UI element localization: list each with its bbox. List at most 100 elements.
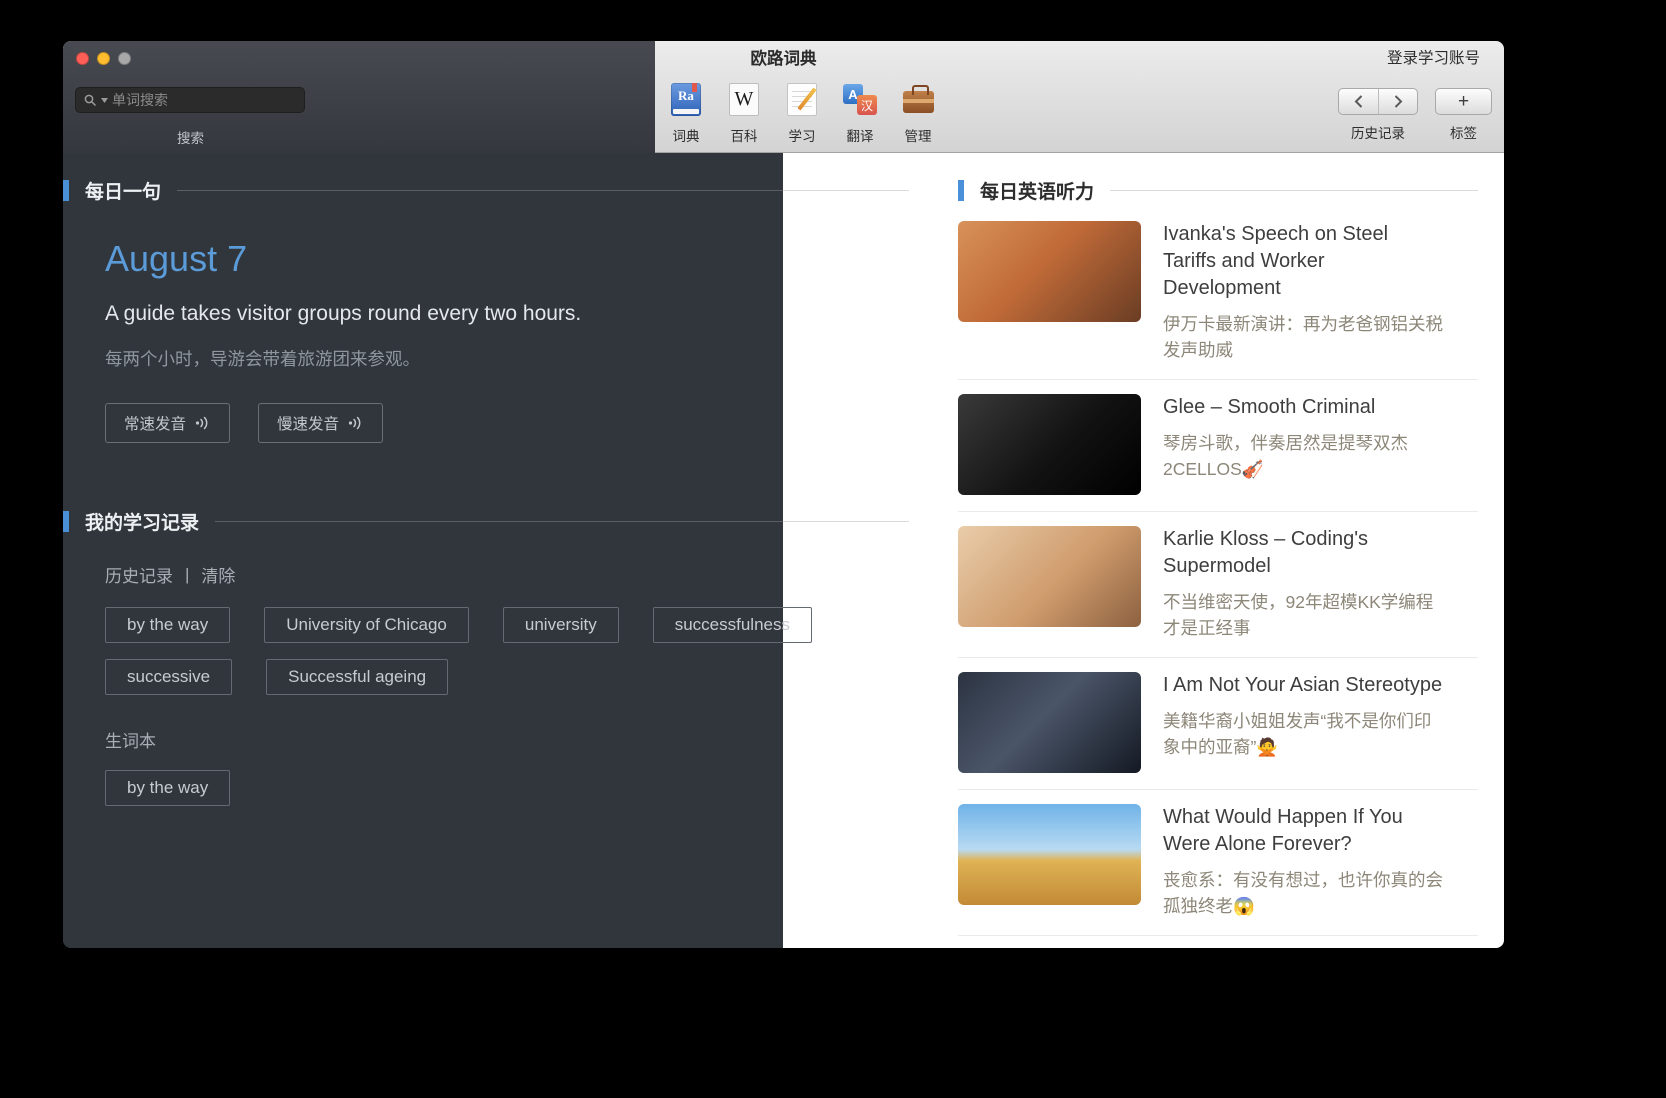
listening-thumbnail [958,672,1141,773]
zoom-button[interactable] [118,52,131,65]
history-tags-row-2: successive Successful ageing [105,659,909,695]
briefcase-icon [900,81,936,117]
left-pane: 每日一句 August 7 A guide takes visitor grou… [63,153,909,806]
listening-title-heading: 每日英语听力 [980,177,1094,204]
back-button[interactable] [1339,89,1378,114]
listening-thumbnail [958,804,1141,905]
history-row: 历史记录 | 清除 [105,562,909,587]
search-pane-header: 搜索 [63,41,655,153]
tabs-label: 标签 [1435,122,1492,142]
speaker-waves-icon [348,415,364,431]
listening-list: Ivanka's Speech on Steel Tariffs and Wor… [958,207,1478,936]
listening-thumbnail [958,394,1141,495]
new-tab-group: + 标签 [1435,88,1492,142]
listening-thumbnail [958,526,1141,627]
daily-sentence-title: 每日一句 [85,177,161,204]
section-divider-line [215,521,909,522]
minimize-button[interactable] [97,52,110,65]
normal-speed-label: 常速发音 [124,412,186,434]
section-accent-bar [958,180,964,201]
clear-history-link[interactable]: 清除 [201,562,235,587]
slow-speed-button[interactable]: 慢速发音 [258,403,383,443]
tool-manage-label: 管理 [905,125,932,145]
listening-item-subtitle: 伊万卡最新演讲：再为老爸钢铝关税发声助威 [1163,311,1443,363]
chevron-left-icon [1354,95,1363,108]
search-input[interactable] [112,92,296,108]
daily-sentence-translation: 每两个小时，导游会带着旅游团来参观。 [105,347,909,371]
eudic-window: 搜索 欧路词典 登录学习账号 Ra 词典 W [63,41,1504,948]
tool-translate-label: 翻译 [847,125,874,145]
history-tag[interactable]: by the way [105,607,230,643]
history-tag[interactable]: university [503,607,619,643]
chevron-right-icon [1394,95,1403,108]
section-divider-line [1110,190,1478,191]
listening-item[interactable]: What Would Happen If You Were Alone Fore… [958,790,1478,936]
tool-manage[interactable]: 管理 [889,81,947,145]
history-tag[interactable]: University of Chicago [264,607,469,643]
listening-header: 每日英语听力 [958,177,1478,203]
listening-item-text: Ivanka's Speech on Steel Tariffs and Wor… [1163,221,1443,363]
daily-sentence-header: 每日一句 [63,177,909,203]
wikipedia-icon: W [726,81,762,117]
tool-dictionary-label: 词典 [673,125,700,145]
speaker-waves-icon [195,415,211,431]
tool-wikipedia[interactable]: W 百科 [715,81,773,145]
login-link[interactable]: 登录学习账号 [1387,41,1480,77]
listening-item[interactable]: Glee – Smooth Criminal 琴房斗歌，伴奏居然是提琴双杰2CE… [958,380,1478,512]
history-nav-label: 历史记录 [1338,122,1418,142]
listening-item-title: What Would Happen If You Were Alone Fore… [1163,804,1443,858]
notepad-pencil-icon [784,81,820,117]
listening-item-text: Karlie Kloss – Coding's Supermodel 不当维密天… [1163,526,1443,641]
tool-study[interactable]: 学习 [773,81,831,145]
daily-sentence-english: A guide takes visitor groups round every… [105,301,909,327]
history-tag[interactable]: successive [105,659,232,695]
study-record-header: 我的学习记录 [63,508,909,534]
word-search-field[interactable] [75,87,305,113]
listening-item-subtitle: 丧愈系：有没有想过，也许你真的会孤独终老😱 [1163,867,1443,919]
section-accent-bar [63,511,69,532]
listening-item-subtitle: 琴房斗歌，伴奏居然是提琴双杰2CELLOS🎻 [1163,430,1443,482]
forward-button[interactable] [1378,89,1417,114]
listening-item[interactable]: Karlie Kloss – Coding's Supermodel 不当维密天… [958,512,1478,658]
dictionary-icon: Ra [668,81,704,117]
listening-item-subtitle: 美籍华裔小姐姐发声“我不是你们印象中的亚裔”🙅 [1163,708,1443,760]
history-tag[interactable]: successfulness [653,607,812,643]
listening-item-title: Ivanka's Speech on Steel Tariffs and Wor… [1163,221,1443,302]
daily-sentence-date: August 7 [105,239,909,279]
traffic-lights [76,52,131,65]
wordbook-tag[interactable]: by the way [105,770,230,806]
right-pane: 每日英语听力 Ivanka's Speech on Steel Tariffs … [958,153,1478,936]
pronunciation-buttons: 常速发音 慢速发音 [105,403,909,443]
history-tag[interactable]: Successful ageing [266,659,448,695]
listening-item[interactable]: Ivanka's Speech on Steel Tariffs and Wor… [958,207,1478,380]
wordbook-tags-row: by the way [105,770,909,806]
listening-item-text: Glee – Smooth Criminal 琴房斗歌，伴奏居然是提琴双杰2CE… [1163,394,1443,495]
listening-item[interactable]: I Am Not Your Asian Stereotype 美籍华裔小姐姐发声… [958,658,1478,790]
translate-icon: A 汉 [842,81,878,117]
listening-item-title: Glee – Smooth Criminal [1163,394,1443,421]
listening-item-title: Karlie Kloss – Coding's Supermodel [1163,526,1443,580]
search-section-label: 搜索 [63,127,318,147]
listening-item-text: What Would Happen If You Were Alone Fore… [1163,804,1443,919]
tool-dictionary[interactable]: Ra 词典 [657,81,715,145]
section-divider-line [177,190,909,191]
study-record-title: 我的学习记录 [85,508,199,535]
new-tab-button[interactable]: + [1435,88,1492,115]
tool-study-label: 学习 [789,125,816,145]
listening-item-title: I Am Not Your Asian Stereotype [1163,672,1443,699]
chevron-down-icon [101,98,108,103]
slow-speed-label: 慢速发音 [277,412,339,434]
close-button[interactable] [76,52,89,65]
wordbook-label: 生词本 [105,727,909,752]
history-tags-row-1: by the way University of Chicago univers… [105,607,909,643]
tool-translate[interactable]: A 汉 翻译 [831,81,889,145]
listening-item-subtitle: 不当维密天使，92年超模KK学编程才是正经事 [1163,589,1443,641]
section-accent-bar [63,180,69,201]
normal-speed-button[interactable]: 常速发音 [105,403,230,443]
listening-item-text: I Am Not Your Asian Stereotype 美籍华裔小姐姐发声… [1163,672,1443,773]
window-header: 搜索 欧路词典 登录学习账号 Ra 词典 W [63,41,1504,153]
history-nav-group: 历史记录 [1338,88,1418,142]
main-content: 每日一句 August 7 A guide takes visitor grou… [63,153,1504,948]
listening-thumbnail [958,221,1141,322]
tool-wikipedia-label: 百科 [731,125,758,145]
